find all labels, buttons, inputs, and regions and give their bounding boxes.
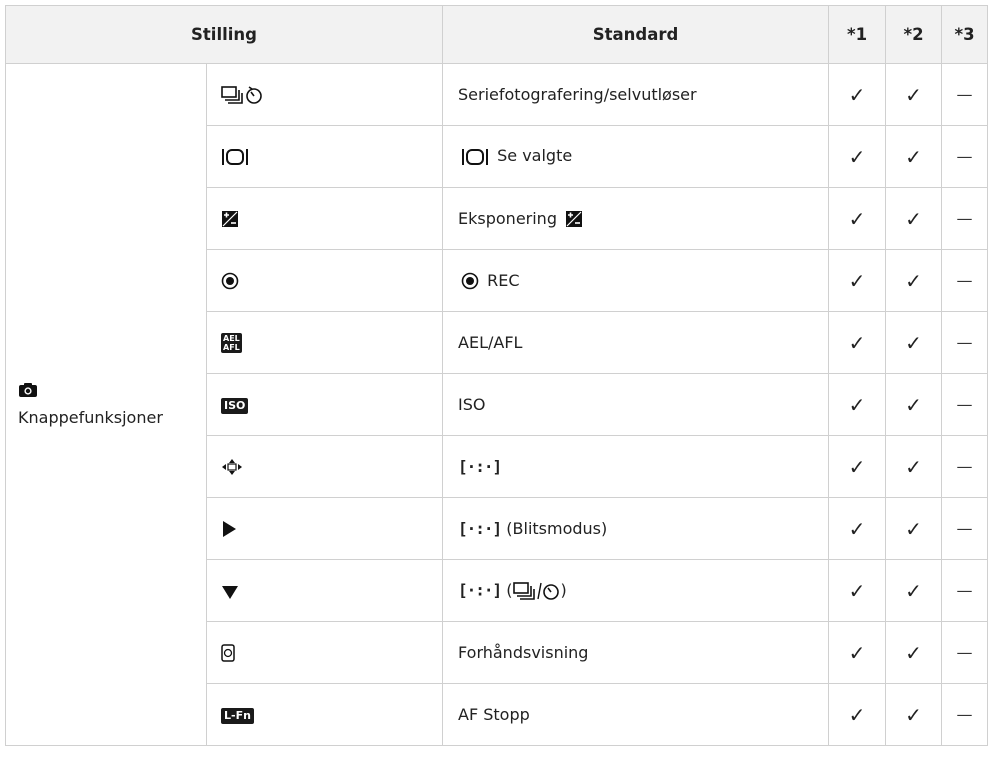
- dash-cell: —: [941, 621, 989, 684]
- check-cell: ✓: [828, 435, 887, 498]
- exposure-comp-icon: [221, 210, 239, 228]
- default-cell: ISO: [442, 373, 830, 436]
- rec-icon: [221, 272, 239, 290]
- camera-icon: [18, 382, 206, 402]
- dash-cell: —: [941, 683, 989, 746]
- dash-cell: —: [941, 559, 989, 622]
- check-cell: ✓: [885, 435, 943, 498]
- ael-afl-icon: AEL AFL: [221, 332, 242, 353]
- dash-cell: —: [941, 311, 989, 374]
- right-arrow-icon: [221, 520, 237, 538]
- check-cell: ✓: [828, 559, 887, 622]
- check-cell: ✓: [885, 683, 943, 746]
- drive-selftimer-icon: [512, 580, 561, 602]
- default-cell: Eksponering: [442, 187, 830, 250]
- default-cell: [·:·] (): [442, 559, 830, 622]
- settings-table: Stilling Standard *1 *2 *3 Knappefunksjo…: [4, 5, 989, 746]
- header-row: Stilling Standard *1 *2 *3: [4, 5, 989, 64]
- group-cell: Knappefunksjoner: [5, 63, 207, 746]
- check-cell: ✓: [828, 497, 887, 560]
- check-cell: ✓: [885, 311, 943, 374]
- dash-cell: —: [941, 249, 989, 312]
- header-default: Standard: [442, 5, 830, 64]
- view-selected-icon: [221, 147, 249, 167]
- check-cell: ✓: [828, 249, 887, 312]
- check-cell: ✓: [828, 311, 887, 374]
- default-cell: [·:·]: [442, 435, 830, 498]
- check-cell: ✓: [885, 621, 943, 684]
- dash-cell: —: [941, 497, 989, 560]
- default-cell: AF Stopp: [442, 683, 830, 746]
- check-cell: ✓: [885, 497, 943, 560]
- check-cell: ✓: [828, 683, 887, 746]
- default-cell: AEL/AFL: [442, 311, 830, 374]
- preview-icon: [221, 644, 235, 662]
- arrow-pad-icon: [221, 458, 243, 476]
- rec-icon: [461, 272, 479, 290]
- default-cell: Se valgte: [442, 125, 830, 188]
- exposure-comp-icon: [565, 210, 583, 228]
- check-cell: ✓: [828, 373, 887, 436]
- check-cell: ✓: [828, 63, 887, 126]
- dash-cell: —: [941, 373, 989, 436]
- check-cell: ✓: [828, 125, 887, 188]
- lfn-icon: L-Fn: [221, 707, 254, 724]
- default-cell: Seriefotografering/selvutløser: [442, 63, 830, 126]
- check-cell: ✓: [885, 125, 943, 188]
- check-cell: ✓: [828, 187, 887, 250]
- dash-cell: —: [941, 187, 989, 250]
- down-arrow-icon: [221, 584, 239, 600]
- check-cell: ✓: [885, 559, 943, 622]
- check-cell: ✓: [885, 373, 943, 436]
- header-setting: Stilling: [4, 5, 444, 64]
- header-note-3: *3: [941, 5, 989, 64]
- view-selected-icon: [461, 147, 489, 167]
- check-cell: ✓: [885, 187, 943, 250]
- default-cell: REC: [442, 249, 830, 312]
- header-note-2: *2: [885, 5, 943, 64]
- dash-cell: —: [941, 435, 989, 498]
- dash-cell: —: [941, 125, 989, 188]
- group-label: Knappefunksjoner: [18, 408, 163, 427]
- default-cell: Forhåndsvisning: [442, 621, 830, 684]
- iso-icon: ISO: [221, 397, 249, 414]
- default-cell: [·:·] (Blitsmodus): [442, 497, 830, 560]
- check-cell: ✓: [828, 621, 887, 684]
- table-row: Knappefunksjoner Seriefotografering/selv…: [5, 63, 989, 746]
- drive-selftimer-icon: [221, 84, 269, 106]
- check-cell: ✓: [885, 249, 943, 312]
- dash-cell: —: [941, 63, 989, 126]
- check-cell: ✓: [885, 63, 943, 126]
- header-note-1: *1: [828, 5, 887, 64]
